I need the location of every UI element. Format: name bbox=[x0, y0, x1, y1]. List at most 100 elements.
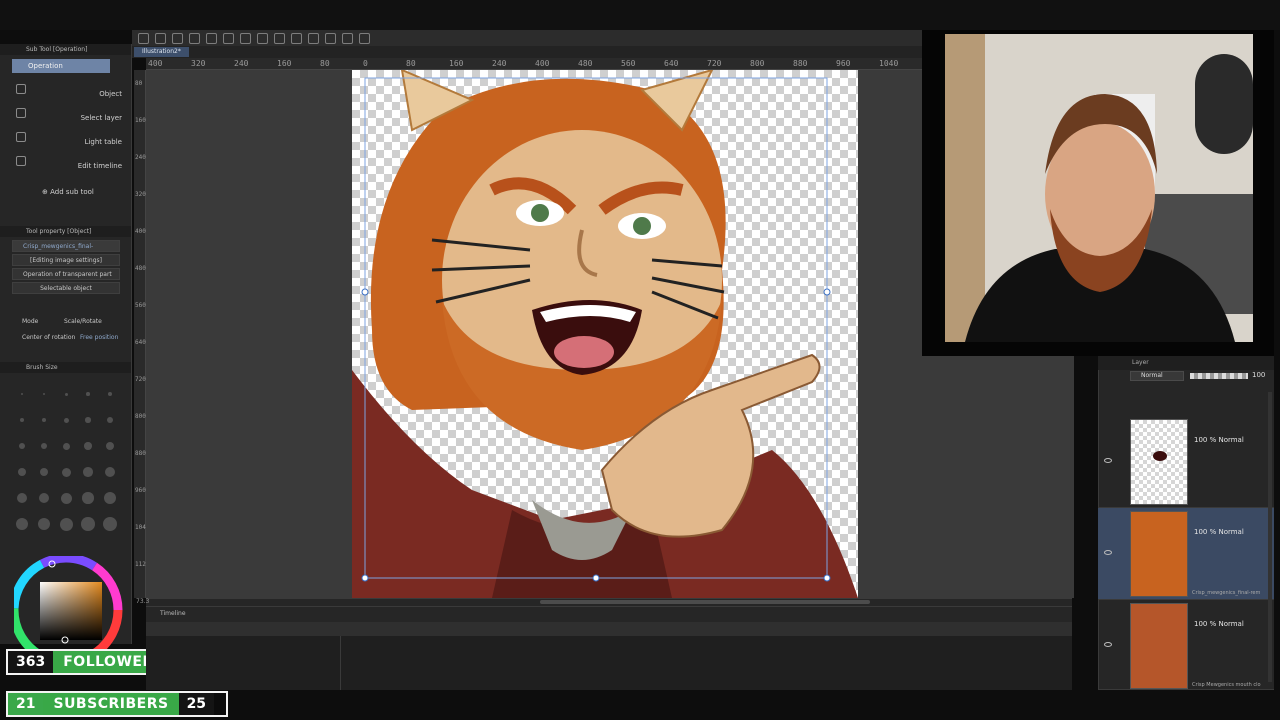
right-iris bbox=[633, 217, 651, 235]
brush-size-preset[interactable] bbox=[37, 517, 51, 531]
brush-size-preset[interactable] bbox=[42, 392, 46, 396]
selection-handle-bottom-center[interactable] bbox=[592, 574, 600, 582]
opacity-slider[interactable] bbox=[1190, 373, 1248, 379]
layer-mode: 100 % Normal bbox=[1194, 528, 1244, 536]
brush-size-preset[interactable] bbox=[85, 417, 91, 423]
selection-handle-bottom-right[interactable] bbox=[823, 574, 831, 582]
opacity-value[interactable]: 100 bbox=[1252, 371, 1265, 379]
paste-icon[interactable] bbox=[223, 32, 234, 44]
brush-size-preset[interactable] bbox=[20, 418, 24, 422]
layer-tab[interactable]: Layer bbox=[1098, 356, 1274, 370]
followers-current: 363 bbox=[8, 651, 54, 673]
timeline-tab[interactable]: Timeline bbox=[160, 610, 186, 617]
brush-size-preset[interactable] bbox=[19, 443, 25, 449]
rotation-center-value[interactable]: Free position bbox=[80, 334, 118, 341]
ruler-tick: 960 bbox=[836, 59, 851, 68]
brush-size-preset[interactable] bbox=[61, 467, 71, 477]
open-file-icon[interactable] bbox=[155, 32, 166, 44]
brush-size-preset[interactable] bbox=[108, 392, 112, 396]
brush-size-preset[interactable] bbox=[38, 492, 50, 504]
brush-size-preset[interactable] bbox=[60, 492, 72, 504]
property-editing-image[interactable]: [Editing image settings] bbox=[12, 254, 120, 266]
copy-icon[interactable] bbox=[206, 32, 217, 44]
ruler-tick: 480 bbox=[135, 265, 146, 272]
pen-icon[interactable] bbox=[342, 32, 353, 44]
ruler-tick: 720 bbox=[135, 376, 146, 383]
help-icon[interactable] bbox=[359, 32, 370, 44]
tongue-shape bbox=[554, 336, 614, 368]
eye-icon[interactable] bbox=[1104, 550, 1112, 555]
vertical-ruler: 80 160 240 320 400 480 560 640 720 800 880 960 1040 1… bbox=[134, 70, 149, 598]
brush-size-preset[interactable] bbox=[64, 392, 68, 396]
layer-mode: 100 % Normal bbox=[1194, 436, 1244, 444]
brush-size-preset[interactable] bbox=[106, 442, 114, 450]
property-selectable-object[interactable]: Selectable object bbox=[12, 282, 120, 294]
timeline-tracks[interactable] bbox=[146, 636, 1072, 690]
property-transparent-op[interactable]: Operation of transparent part bbox=[12, 268, 120, 280]
brush-size-preset[interactable] bbox=[103, 517, 117, 531]
brush-size-preset[interactable] bbox=[105, 467, 115, 477]
brush-size-preset[interactable] bbox=[59, 517, 73, 531]
brush-size-preset[interactable] bbox=[16, 518, 28, 530]
brush-size-preset[interactable] bbox=[86, 392, 90, 396]
subscribers-current: 21 bbox=[8, 693, 44, 715]
property-target[interactable]: Crisp_mewgenics_final-removebg-preview bbox=[12, 240, 120, 262]
export-icon[interactable] bbox=[189, 32, 200, 44]
tool-panel: Sub Tool [Operation] Operation Object Se… bbox=[0, 44, 132, 644]
brush-size-preset[interactable] bbox=[21, 393, 23, 395]
artwork-canvas[interactable] bbox=[352, 70, 858, 598]
webcam-feed bbox=[945, 34, 1253, 342]
new-file-icon[interactable] bbox=[138, 32, 149, 44]
ruler-tick: 480 bbox=[578, 59, 593, 68]
layer-scrollbar[interactable] bbox=[1268, 392, 1272, 682]
brush-size-preset[interactable] bbox=[17, 493, 27, 503]
blend-mode-select[interactable]: Normal bbox=[1130, 371, 1184, 381]
select-icon[interactable] bbox=[325, 32, 336, 44]
undo-icon[interactable] bbox=[240, 32, 251, 44]
settings-icon[interactable] bbox=[274, 32, 285, 44]
brush-size-preset[interactable] bbox=[81, 517, 95, 531]
mode-value[interactable]: Scale/Rotate bbox=[64, 318, 102, 325]
brush-size-preset[interactable] bbox=[83, 467, 93, 477]
eye-icon[interactable] bbox=[1104, 458, 1112, 463]
brush-size-preset[interactable] bbox=[82, 492, 94, 504]
color-wheel[interactable] bbox=[14, 556, 130, 652]
layer-name: Crisp Mewgenics mouth clo bbox=[1192, 682, 1261, 688]
sub-tool-object[interactable]: Object bbox=[12, 90, 122, 98]
layer-row-3[interactable]: 100 % Normal Crisp Mewgenics mouth clo bbox=[1098, 600, 1274, 690]
sub-tool-select-layer[interactable]: Select layer bbox=[12, 114, 122, 122]
eye-icon[interactable] bbox=[1104, 642, 1112, 647]
brush-size-preset[interactable] bbox=[18, 468, 26, 476]
layer-row-1[interactable]: 100 % Normal bbox=[1098, 416, 1274, 508]
brush-size-preset[interactable] bbox=[104, 492, 116, 504]
selection-handle-bottom-left[interactable] bbox=[361, 574, 369, 582]
brush-size-preset[interactable] bbox=[107, 417, 113, 423]
transform-icon[interactable] bbox=[291, 32, 302, 44]
save-icon[interactable] bbox=[172, 32, 183, 44]
subscribers-goal: 25 bbox=[178, 693, 215, 715]
selection-handle-right[interactable] bbox=[823, 288, 831, 296]
ruler-tick: 400 bbox=[148, 59, 163, 68]
sub-tool-light-table[interactable]: Light table bbox=[12, 138, 122, 146]
selection-handle-left[interactable] bbox=[361, 288, 369, 296]
ruler-tick: 320 bbox=[135, 191, 146, 198]
brush-size-preset[interactable] bbox=[63, 417, 69, 423]
command-bar bbox=[132, 30, 922, 46]
brush-size-preset[interactable] bbox=[39, 467, 49, 477]
sub-tool-header: Sub Tool [Operation] bbox=[0, 44, 131, 55]
brush-size-preset[interactable] bbox=[84, 442, 92, 450]
rotation-center-label: Center of rotation bbox=[22, 334, 76, 341]
layer-row-2[interactable]: 100 % Normal Crisp_mewgenics_final-rem bbox=[1098, 508, 1274, 600]
ruler-tick: 560 bbox=[135, 302, 146, 309]
document-tab[interactable]: Illustration2* bbox=[134, 47, 189, 57]
brush-size-preset[interactable] bbox=[41, 417, 47, 423]
scrollbar-thumb[interactable] bbox=[540, 600, 870, 604]
ruler-tick: 720 bbox=[707, 59, 722, 68]
sub-tool-edit-timeline[interactable]: Edit timeline bbox=[12, 162, 122, 170]
crop-icon[interactable] bbox=[308, 32, 319, 44]
brush-size-preset[interactable] bbox=[62, 442, 70, 450]
ruler-tick: 240 bbox=[135, 154, 146, 161]
sub-tool-group-operation[interactable]: Operation bbox=[12, 59, 110, 73]
redo-icon[interactable] bbox=[257, 32, 268, 44]
brush-size-preset[interactable] bbox=[40, 442, 48, 450]
